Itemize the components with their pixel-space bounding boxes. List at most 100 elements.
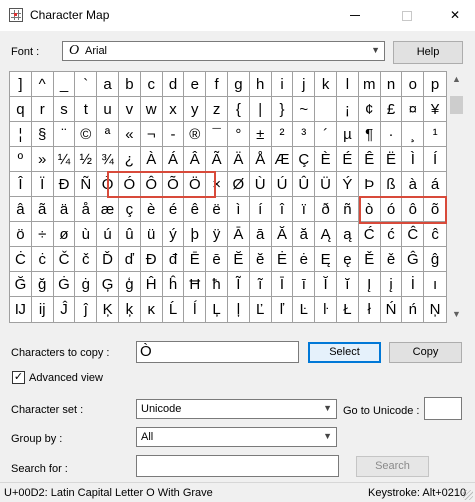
- char-cell[interactable]: ~: [293, 97, 316, 122]
- char-cell[interactable]: Ă: [271, 222, 294, 247]
- char-cell[interactable]: ³: [293, 122, 316, 147]
- char-cell[interactable]: h: [249, 72, 272, 97]
- char-cell[interactable]: ª: [97, 122, 119, 147]
- char-cell[interactable]: È: [315, 147, 337, 172]
- char-cell[interactable]: Ľ: [249, 297, 272, 322]
- char-cell[interactable]: ć: [380, 222, 403, 247]
- char-cell[interactable]: č: [75, 247, 98, 272]
- char-cell[interactable]: Í: [424, 147, 446, 172]
- char-cell[interactable]: ô: [402, 197, 425, 222]
- char-cell[interactable]: ħ: [206, 272, 228, 297]
- char-cell[interactable]: ½: [75, 147, 98, 172]
- char-cell[interactable]: û: [118, 222, 141, 247]
- char-cell[interactable]: Ç: [293, 147, 316, 172]
- char-cell[interactable]: Ę: [315, 247, 337, 272]
- char-cell[interactable]: Ĳ: [10, 297, 32, 322]
- char-cell[interactable]: Ü: [315, 172, 337, 197]
- char-cell[interactable]: Ą: [315, 222, 337, 247]
- char-cell[interactable]: ^: [31, 72, 54, 97]
- close-button[interactable]: ✕: [440, 4, 470, 26]
- char-cell[interactable]: -: [162, 122, 185, 147]
- char-cell[interactable]: â: [10, 197, 32, 222]
- char-cell[interactable]: Ě: [358, 247, 381, 272]
- char-cell[interactable]: Ļ: [206, 297, 228, 322]
- char-cell[interactable]: à: [402, 172, 425, 197]
- char-cell[interactable]: Ý: [336, 172, 359, 197]
- char-cell[interactable]: ļ: [227, 297, 250, 322]
- char-cell[interactable]: º: [10, 147, 32, 172]
- char-cell[interactable]: Ğ: [10, 272, 32, 297]
- char-cell[interactable]: Ê: [358, 147, 381, 172]
- char-cell[interactable]: ï: [293, 197, 316, 222]
- char-cell[interactable]: d: [162, 72, 185, 97]
- char-cell[interactable]: ¡: [336, 97, 359, 122]
- char-cell[interactable]: Î: [10, 172, 32, 197]
- char-cell[interactable]: k: [315, 72, 337, 97]
- char-cell[interactable]: ĳ: [31, 297, 54, 322]
- characters-to-copy-input[interactable]: Ò: [136, 341, 299, 363]
- char-cell[interactable]: v: [118, 97, 141, 122]
- char-cell[interactable]: i: [271, 72, 294, 97]
- char-cell[interactable]: e: [184, 72, 207, 97]
- font-dropdown[interactable]: O Arial ▼: [62, 41, 385, 61]
- char-cell[interactable]: ģ: [118, 272, 141, 297]
- minimize-button[interactable]: [340, 4, 370, 26]
- char-cell[interactable]: ©: [75, 122, 98, 147]
- char-cell[interactable]: Ù: [249, 172, 272, 197]
- char-cell[interactable]: ę: [336, 247, 359, 272]
- search-input[interactable]: [136, 455, 339, 477]
- char-cell[interactable]: Ò: [97, 172, 119, 197]
- char-cell[interactable]: ė: [293, 247, 316, 272]
- char-cell[interactable]: æ: [97, 197, 119, 222]
- help-button[interactable]: Help: [393, 41, 463, 64]
- char-cell[interactable]: r: [31, 97, 54, 122]
- char-cell[interactable]: ¯: [206, 122, 228, 147]
- char-cell[interactable]: ă: [293, 222, 316, 247]
- char-cell[interactable]: y: [184, 97, 207, 122]
- char-cell[interactable]: Ħ: [184, 272, 207, 297]
- char-cell[interactable]: ā: [249, 222, 272, 247]
- char-cell[interactable]: í: [249, 197, 272, 222]
- char-cell[interactable]: É: [336, 147, 359, 172]
- char-cell[interactable]: ´: [315, 122, 337, 147]
- char-cell[interactable]: ě: [380, 247, 403, 272]
- char-cell[interactable]: õ: [424, 197, 446, 222]
- char-cell[interactable]: Ð: [53, 172, 76, 197]
- char-cell[interactable]: į: [380, 272, 403, 297]
- char-cell[interactable]: §: [31, 122, 54, 147]
- character-grid[interactable]: ] ^ _ ` a b c d e f g h i j k l m n o p q r s t u v w x y z{|} ~ ¡ ¢ £ ¤ ¥…: [9, 71, 447, 323]
- char-cell[interactable]: Ć: [358, 222, 381, 247]
- char-cell[interactable]: Â: [184, 147, 207, 172]
- char-cell[interactable]: Õ: [162, 172, 185, 197]
- char-cell[interactable]: Ġ: [53, 272, 76, 297]
- char-cell[interactable]: Ā: [227, 222, 250, 247]
- char-cell[interactable]: ã: [31, 197, 54, 222]
- char-cell[interactable]: ¨: [53, 122, 76, 147]
- char-cell[interactable]: Į: [358, 272, 381, 297]
- char-cell[interactable]: è: [140, 197, 163, 222]
- char-cell[interactable]: ŀ: [315, 297, 337, 322]
- char-cell[interactable]: Ĩ: [227, 272, 250, 297]
- character-set-dropdown[interactable]: Unicode ▼: [136, 399, 337, 419]
- char-cell[interactable]: Ķ: [97, 297, 119, 322]
- char-cell[interactable]: ı: [424, 272, 446, 297]
- char-cell[interactable]: ğ: [31, 272, 54, 297]
- char-cell[interactable]: ¦: [10, 122, 32, 147]
- char-cell[interactable]: ĥ: [162, 272, 185, 297]
- char-cell[interactable]: n: [380, 72, 403, 97]
- char-cell[interactable]: Ī: [271, 272, 294, 297]
- char-cell[interactable]: ÷: [31, 222, 54, 247]
- char-cell[interactable]: Ĵ: [53, 297, 76, 322]
- char-cell[interactable]: ñ: [336, 197, 359, 222]
- char-cell[interactable]: x: [162, 97, 185, 122]
- char-cell[interactable]: Ï: [31, 172, 54, 197]
- char-cell[interactable]: ÿ: [206, 222, 228, 247]
- char-cell[interactable]: ¹: [424, 122, 446, 147]
- char-cell[interactable]: ī: [293, 272, 316, 297]
- resize-grip-icon[interactable]: [463, 490, 473, 500]
- char-cell[interactable]: g: [227, 72, 250, 97]
- char-cell[interactable]: ú: [97, 222, 119, 247]
- char-cell[interactable]: Ô: [140, 172, 163, 197]
- go-to-unicode-input[interactable]: [424, 397, 462, 420]
- char-cell[interactable]: ń: [402, 297, 425, 322]
